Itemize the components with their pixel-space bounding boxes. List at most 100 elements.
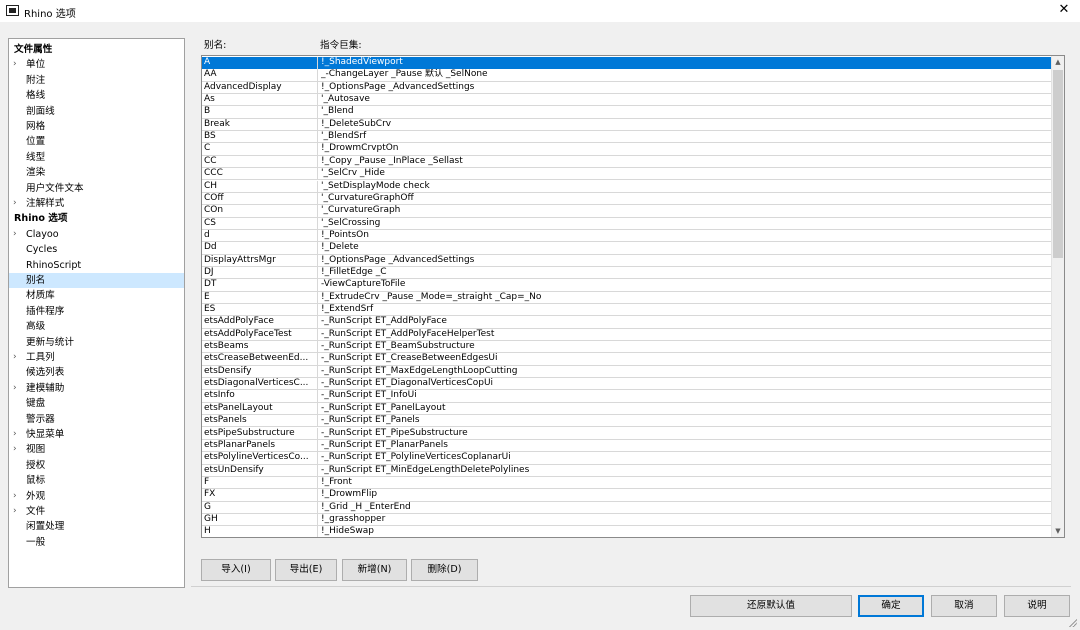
alias-cell[interactable]: etsPanels	[204, 415, 316, 427]
alias-row[interactable]: DT -ViewCaptureToFile	[202, 279, 1052, 292]
tree-item[interactable]: 插件程序	[9, 304, 184, 319]
alias-row[interactable]: G !_Grid _H _EnterEnd	[202, 501, 1052, 514]
macro-cell[interactable]: !_OptionsPage _AdvancedSettings	[321, 255, 1049, 267]
tree-item[interactable]: › 视图	[9, 442, 184, 457]
export-button[interactable]: 导出(E)	[275, 559, 337, 581]
alias-cell[interactable]: C	[204, 143, 316, 155]
new-button[interactable]: 新增(N)	[342, 559, 407, 581]
alias-cell[interactable]: ES	[204, 304, 316, 316]
macro-cell[interactable]: !_Front	[321, 477, 1049, 489]
alias-cell[interactable]: G	[204, 502, 316, 514]
tree-item[interactable]: 更新与统计	[9, 335, 184, 350]
macro-cell[interactable]: -_RunScript ET_MaxEdgeLengthLoopCutting	[321, 366, 1049, 378]
options-tree[interactable]: 文件属性 › 单位 附注 格线 剖面线 网格 位置 线型 渲染 用户文件文本 › 注解样式 Rhino 选…	[8, 38, 185, 588]
alias-cell[interactable]: DJ	[204, 267, 316, 279]
alias-cell[interactable]: AA	[204, 69, 316, 81]
scroll-down-icon[interactable]: ▼	[1052, 525, 1064, 537]
alias-cell[interactable]: etsUnDensify	[204, 465, 316, 477]
macro-cell[interactable]: '_SelCrossing	[321, 218, 1049, 230]
delete-button[interactable]: 删除(D)	[411, 559, 478, 581]
chevron-right-icon[interactable]: ›	[13, 350, 17, 365]
tree-item[interactable]: 附注	[9, 73, 184, 88]
alias-cell[interactable]: CS	[204, 218, 316, 230]
alias-cell[interactable]: etsDensify	[204, 366, 316, 378]
alias-row[interactable]: B '_Blend	[202, 106, 1052, 119]
alias-cell[interactable]: GH	[204, 514, 316, 526]
tree-item[interactable]: 用户文件文本	[9, 181, 184, 196]
macro-cell[interactable]: !_ExtendSrf	[321, 304, 1049, 316]
tree-item[interactable]: 鼠标	[9, 473, 184, 488]
alias-row[interactable]: etsDensify -_RunScript ET_MaxEdgeLengthLo…	[202, 365, 1052, 379]
macro-cell[interactable]: !_Copy _Pause _InPlace _Sellast	[321, 156, 1049, 168]
alias-row[interactable]: BS '_BlendSrf	[202, 131, 1052, 144]
chevron-right-icon[interactable]: ›	[13, 442, 17, 457]
vertical-scrollbar[interactable]: ▲ ▼	[1051, 56, 1064, 537]
alias-row[interactable]: As '_Autosave	[202, 94, 1052, 107]
macro-cell[interactable]: !_ShadedViewport	[321, 57, 1049, 69]
tree-item[interactable]: 键盘	[9, 396, 184, 411]
macro-cell[interactable]: -ViewCaptureToFile	[321, 279, 1049, 291]
tree-item[interactable]: 渲染	[9, 165, 184, 180]
chevron-right-icon[interactable]: ›	[13, 227, 17, 242]
tree-item[interactable]: 材质库	[9, 288, 184, 303]
alias-row[interactable]: etsAddPolyFaceTest -_RunScript ET_AddPoly…	[202, 328, 1052, 342]
alias-cell[interactable]: BS	[204, 131, 316, 143]
tree-item[interactable]: › Clayoo	[9, 227, 184, 242]
help-button[interactable]: 说明	[1004, 595, 1070, 617]
alias-cell[interactable]: F	[204, 477, 316, 489]
alias-row[interactable]: FX !_DrowmFlip	[202, 489, 1052, 502]
alias-cell[interactable]: etsBeams	[204, 341, 316, 353]
macro-cell[interactable]: '_BlendSrf	[321, 131, 1049, 143]
alias-row[interactable]: etsAddPolyFace -_RunScript ET_AddPolyFace	[202, 316, 1052, 329]
alias-cell[interactable]: COff	[204, 193, 316, 205]
macro-cell[interactable]: '_CurvatureGraph	[321, 205, 1049, 217]
tree-item[interactable]: 剖面线	[9, 104, 184, 119]
alias-row[interactable]: E !_ExtrudeCrv _Pause _Mode=_straight _Ca…	[202, 291, 1052, 304]
alias-cell[interactable]: etsPolylineVerticesCo...	[204, 452, 316, 464]
tree-item[interactable]: 候选列表	[9, 365, 184, 380]
alias-row[interactable]: etsPlanarPanels -_RunScript ET_PlanarPane…	[202, 439, 1052, 453]
tree-item[interactable]: 位置	[9, 134, 184, 149]
alias-cell[interactable]: FX	[204, 489, 316, 501]
tree-item[interactable]: › 注解样式	[9, 196, 184, 211]
macro-cell[interactable]: '_SelCrv _Hide	[321, 168, 1049, 180]
alias-row[interactable]: etsDiagonalVerticesC... -_RunScript ET_Di…	[202, 378, 1052, 391]
alias-row[interactable]: d !_PointsOn	[202, 229, 1052, 243]
alias-cell[interactable]: CH	[204, 181, 316, 193]
close-icon[interactable]: ✕	[1056, 2, 1072, 18]
alias-cell[interactable]: etsDiagonalVerticesC...	[204, 378, 316, 390]
macro-cell[interactable]: '_Blend	[321, 106, 1049, 118]
alias-cell[interactable]: etsCreaseBetweenEd...	[204, 353, 316, 365]
tree-item[interactable]: › 文件	[9, 504, 184, 519]
alias-row[interactable]: DJ !_FilletEdge _C	[202, 266, 1052, 280]
alias-row[interactable]: Dd !_Delete	[202, 242, 1052, 255]
alias-cell[interactable]: etsInfo	[204, 390, 316, 402]
macro-cell[interactable]: !_Delete	[321, 242, 1049, 254]
tree-item[interactable]: 网格	[9, 119, 184, 134]
alias-row[interactable]: etsPipeSubstructure -_RunScript ET_PipeSu…	[202, 427, 1052, 440]
alias-cell[interactable]: H	[204, 526, 316, 537]
tree-item[interactable]: 高级	[9, 319, 184, 334]
tree-item[interactable]: Rhino 选项	[9, 211, 184, 226]
tree-item[interactable]: › 工具列	[9, 350, 184, 365]
chevron-right-icon[interactable]: ›	[13, 427, 17, 442]
macro-cell[interactable]: !_Grid _H _EnterEnd	[321, 502, 1049, 514]
macro-cell[interactable]: !_DeleteSubCrv	[321, 119, 1049, 131]
tree-item[interactable]: › 外观	[9, 489, 184, 504]
macro-cell[interactable]: _-ChangeLayer _Pause 默认 _SelNone	[321, 69, 1049, 81]
chevron-right-icon[interactable]: ›	[13, 381, 17, 396]
alias-cell[interactable]: COn	[204, 205, 316, 217]
macro-cell[interactable]: !_PointsOn	[321, 230, 1049, 242]
alias-row[interactable]: CS '_SelCrossing	[202, 217, 1052, 230]
alias-cell[interactable]: etsPanelLayout	[204, 403, 316, 415]
alias-cell[interactable]: AdvancedDisplay	[204, 82, 316, 94]
alias-row[interactable]: etsUnDensify -_RunScript ET_MinEdgeLength…	[202, 464, 1052, 477]
macro-cell[interactable]: -_RunScript ET_PanelLayout	[321, 403, 1049, 415]
macro-cell[interactable]: !_FilletEdge _C	[321, 267, 1049, 279]
alias-cell[interactable]: etsPlanarPanels	[204, 440, 316, 452]
chevron-right-icon[interactable]: ›	[13, 57, 17, 72]
tree-item[interactable]: Cycles	[9, 242, 184, 257]
alias-cell[interactable]: DisplayAttrsMgr	[204, 255, 316, 267]
alias-cell[interactable]: etsAddPolyFace	[204, 316, 316, 328]
tree-item[interactable]: 警示器	[9, 412, 184, 427]
